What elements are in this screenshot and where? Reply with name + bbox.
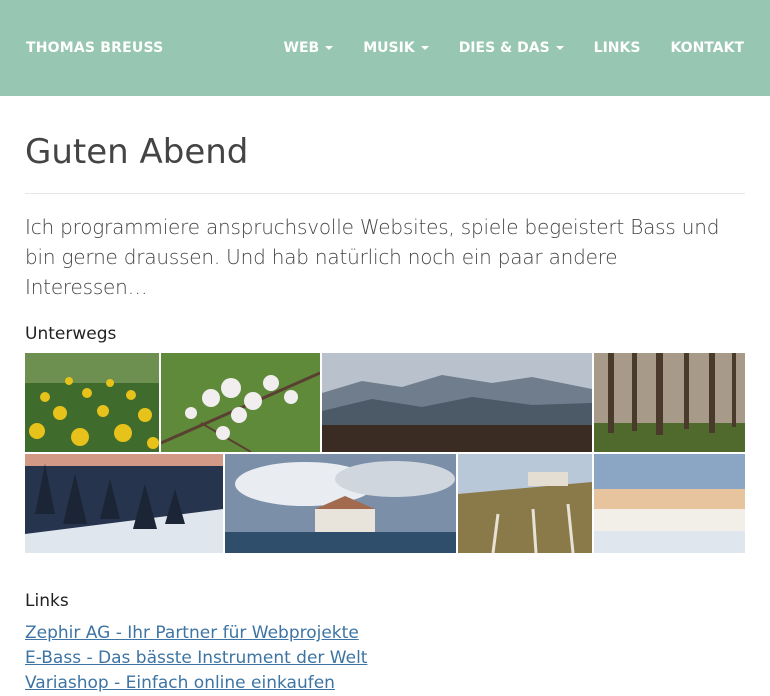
link-e-bass[interactable]: E-Bass - Das bässte Instrument der Welt <box>25 646 745 671</box>
gallery-photo-snowy-fir-trees[interactable] <box>25 454 223 554</box>
nav-item-kontakt[interactable]: KONTAKT <box>670 40 744 56</box>
gallery-photo-dandelion-meadow[interactable] <box>25 353 159 453</box>
caret-down-icon <box>555 46 564 50</box>
nav-item-label: WEB <box>283 40 320 56</box>
nav-item-label: DIES & DAS <box>458 40 550 56</box>
link-zephir[interactable]: Zephir AG - Ihr Partner für Webprojekte <box>25 621 745 646</box>
intro-text: Ich programmiere anspruchsvolle Websites… <box>25 215 720 300</box>
lake-castle-image <box>225 454 456 554</box>
gallery-photo-village-vineyard[interactable] <box>458 454 592 554</box>
village-vineyard-image <box>458 454 592 554</box>
gallery-photo-cherry-blossoms[interactable] <box>161 353 320 453</box>
main-nav: WEB MUSIK DIES & DAS LINKS KONTAKT <box>284 40 744 56</box>
nav-item-links[interactable]: LINKS <box>594 40 641 56</box>
main-content: Guten Abend Ich programmiere anspruchsvo… <box>0 132 770 696</box>
nav-item-dies-und-das[interactable]: DIES & DAS <box>459 40 564 56</box>
snowy-fir-trees-image <box>25 454 223 554</box>
caret-down-icon <box>420 46 429 50</box>
nav-item-web[interactable]: WEB <box>284 40 334 56</box>
nav-item-musik[interactable]: MUSIK <box>363 40 429 56</box>
mountain-panorama-image <box>322 353 592 453</box>
caret-down-icon <box>325 46 334 50</box>
dandelion-meadow-image <box>25 353 159 453</box>
gallery-photo-mountain-panorama[interactable] <box>322 353 592 453</box>
gallery-photo-lake-castle[interactable] <box>225 454 456 554</box>
link-variashop[interactable]: Variashop - Einfach online einkaufen <box>25 671 745 696</box>
nav-item-label: KONTAKT <box>670 40 744 56</box>
cherry-blossoms-image <box>161 353 320 453</box>
link-list: Zephir AG - Ihr Partner für Webprojekte … <box>25 621 745 696</box>
gallery-photo-sea-of-fog[interactable] <box>594 454 745 554</box>
nav-item-label: MUSIK <box>363 40 415 56</box>
links-heading: Links <box>25 591 69 612</box>
photo-gallery <box>25 353 745 554</box>
gallery-photo-forest-trees[interactable] <box>594 353 745 453</box>
page-title: Guten Abend <box>25 132 249 172</box>
forest-trees-image <box>594 353 745 453</box>
nav-item-label: LINKS <box>593 40 641 56</box>
divider <box>25 193 745 195</box>
brand-link[interactable]: THOMAS BREUSS <box>26 40 163 56</box>
gallery-heading: Unterwegs <box>25 324 117 345</box>
sea-of-fog-image <box>594 454 745 554</box>
top-navbar: THOMAS BREUSS WEB MUSIK DIES & DAS LINKS… <box>0 0 770 96</box>
